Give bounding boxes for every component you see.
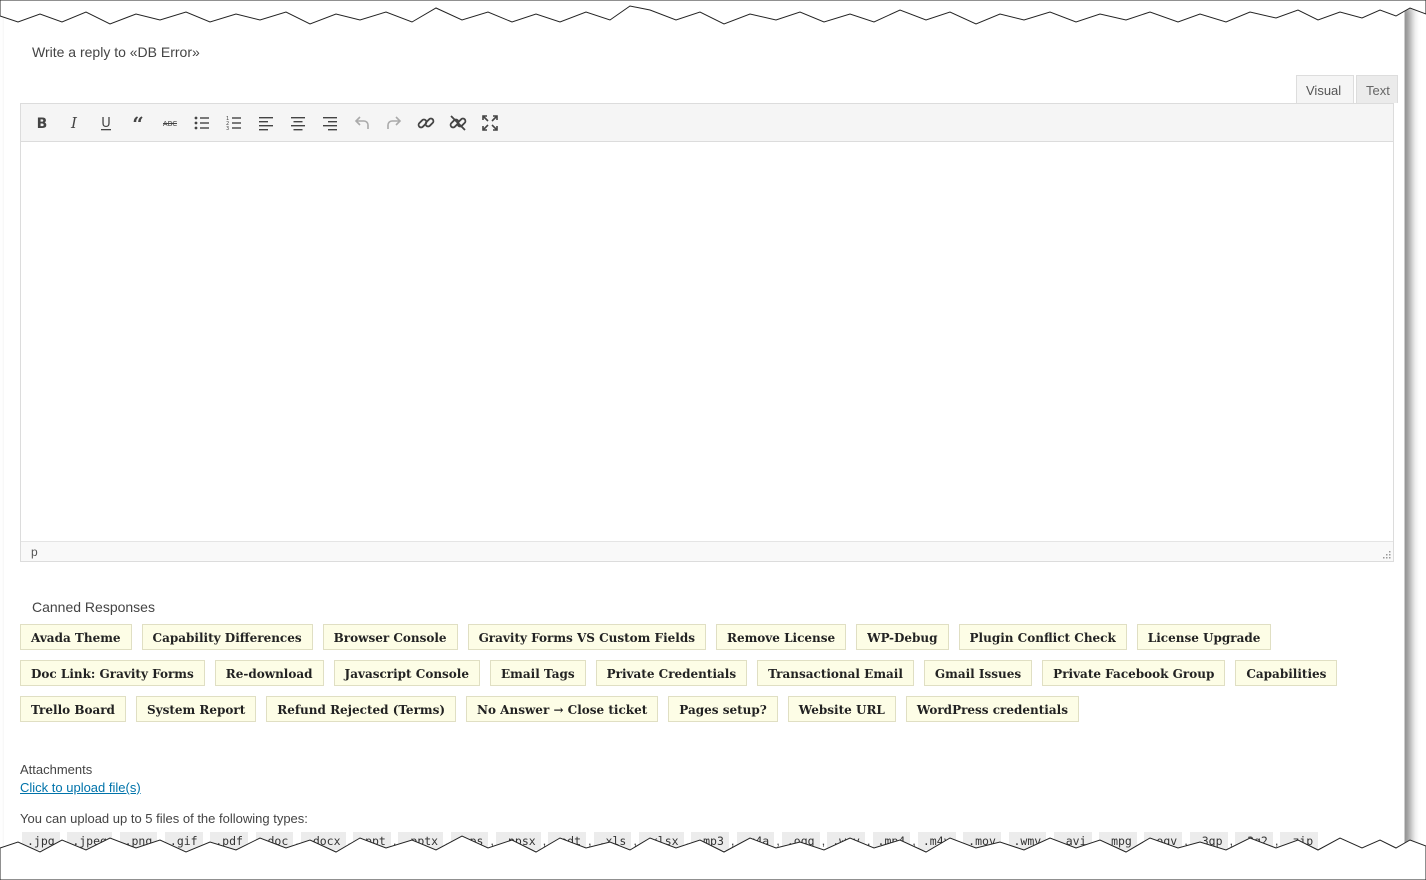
bold-button[interactable]: B [26, 107, 58, 139]
underline-icon: U [101, 116, 111, 131]
unlink-button[interactable] [442, 107, 474, 139]
svg-text:I: I [70, 114, 78, 132]
align-left-button[interactable] [250, 107, 282, 139]
fullscreen-icon [482, 114, 498, 131]
svg-text:U: U [101, 116, 111, 131]
canned-response-button[interactable]: WordPress credentials [905, 696, 1079, 722]
link-icon [417, 117, 435, 128]
align-left-icon [259, 116, 273, 130]
canned-response-button[interactable]: Doc Link: Gravity Forms [20, 660, 205, 686]
canned-response-button[interactable]: Capabilities [1235, 660, 1338, 686]
rich-text-editor: B I U “ ABC 123 p [20, 103, 1394, 562]
canned-response-button[interactable]: Gmail Issues [923, 660, 1033, 686]
torn-edge-bottom [0, 835, 1426, 880]
canned-response-button[interactable]: Avada Theme [20, 624, 132, 650]
canned-response-button[interactable]: Private Facebook Group [1042, 660, 1226, 686]
canned-response-button[interactable]: Capability Differences [141, 624, 313, 650]
italic-icon: I [70, 114, 78, 132]
editor-statusbar: p [21, 541, 1393, 561]
italic-button[interactable]: I [58, 107, 90, 139]
canned-response-button[interactable]: No Answer → Close ticket [466, 696, 659, 722]
canned-responses-title: Canned Responses [32, 599, 155, 615]
canned-response-button[interactable]: Gravity Forms VS Custom Fields [467, 624, 706, 650]
blockquote-button[interactable]: “ [122, 107, 154, 139]
reply-panel: Write a reply to «DB Error» Visual Text … [4, 0, 1405, 862]
canned-response-button[interactable]: Plugin Conflict Check [958, 624, 1127, 650]
redo-button[interactable] [378, 107, 410, 139]
canned-response-button[interactable]: License Upgrade [1136, 624, 1272, 650]
canned-response-button[interactable]: System Report [135, 696, 257, 722]
element-path[interactable]: p [31, 545, 38, 559]
canned-response-button[interactable]: Javascript Console [333, 660, 481, 686]
canned-response-button[interactable]: Email Tags [490, 660, 586, 686]
canned-response-button[interactable]: Refund Rejected (Terms) [266, 696, 457, 722]
align-right-button[interactable] [314, 107, 346, 139]
torn-edge-top [0, 0, 1426, 25]
strikethrough-button[interactable]: ABC [154, 107, 186, 139]
canned-response-button[interactable]: Browser Console [322, 624, 458, 650]
fullscreen-button[interactable] [474, 107, 506, 139]
canned-response-button[interactable]: Pages setup? [668, 696, 778, 722]
canned-response-button[interactable]: Trello Board [20, 696, 126, 722]
bullet-list-icon [194, 116, 209, 129]
underline-button[interactable]: U [90, 107, 122, 139]
canned-response-button[interactable]: Private Credentials [595, 660, 748, 686]
align-center-button[interactable] [282, 107, 314, 139]
undo-button[interactable] [346, 107, 378, 139]
resize-handle-icon[interactable] [1381, 549, 1391, 559]
canned-response-button[interactable]: WP-Debug [856, 624, 949, 650]
reply-title: Write a reply to «DB Error» [32, 44, 200, 60]
align-center-icon [291, 116, 305, 130]
canned-responses-list: Avada Theme Capability Differences Browser… [20, 624, 1400, 722]
unlink-icon [449, 114, 467, 131]
blockquote-icon: “ [132, 113, 144, 133]
tab-text[interactable]: Text [1356, 75, 1398, 103]
align-right-icon [323, 116, 337, 130]
editor-body[interactable] [21, 142, 1393, 542]
redo-icon [387, 115, 402, 129]
canned-response-button[interactable]: Website URL [787, 696, 896, 722]
numbered-list-button[interactable]: 123 [218, 107, 250, 139]
bullet-list-button[interactable] [186, 107, 218, 139]
tab-visual[interactable]: Visual [1296, 75, 1354, 103]
editor-toolbar: B I U “ ABC 123 [21, 104, 1393, 142]
attachments-title: Attachments [20, 762, 93, 777]
bold-icon: B [37, 116, 48, 132]
canned-response-button[interactable]: Remove License [715, 624, 847, 650]
canned-response-button[interactable]: Transactional Email [757, 660, 914, 686]
canned-response-button[interactable]: Re-download [214, 660, 324, 686]
strikethrough-icon: ABC [163, 120, 177, 128]
undo-icon [354, 115, 369, 129]
link-button[interactable] [410, 107, 442, 139]
numbered-list-icon: 123 [226, 116, 241, 132]
svg-text:3: 3 [226, 126, 229, 132]
svg-text:“: “ [132, 113, 144, 133]
upload-files-link[interactable]: Click to upload file(s) [20, 780, 141, 795]
upload-limit-text: You can upload up to 5 files of the foll… [20, 811, 308, 826]
svg-text:B: B [37, 116, 48, 132]
